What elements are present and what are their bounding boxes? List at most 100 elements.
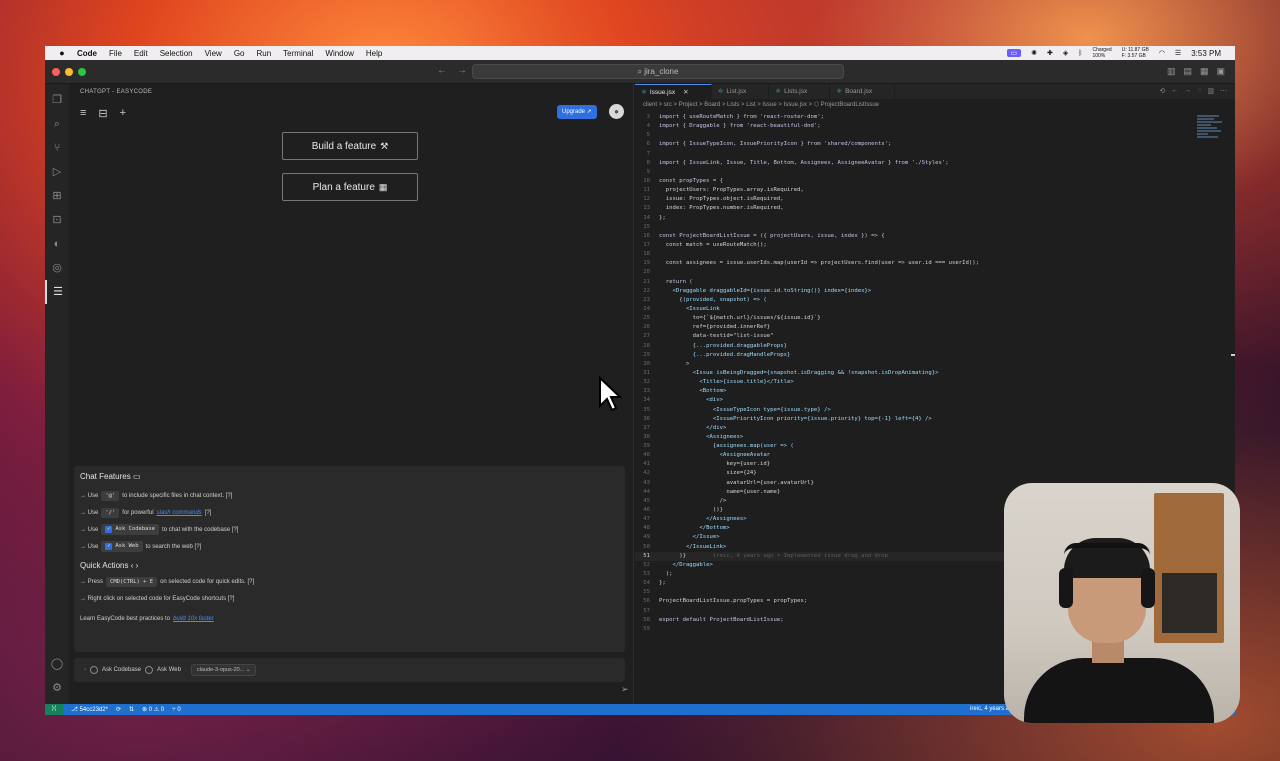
apple-icon[interactable]: ● <box>57 48 67 58</box>
ports-count[interactable]: ⑂ 0 <box>172 707 181 713</box>
new-chat-icon[interactable]: + <box>120 107 126 120</box>
code-line[interactable]: 39 {assignees.map(user => ( <box>635 442 1195 451</box>
menu-go[interactable]: Go <box>234 49 245 58</box>
code-line[interactable]: 30 > <box>635 360 1195 369</box>
split-editor-icon[interactable]: ▥ <box>1207 87 1214 95</box>
wifi-icon[interactable]: ◠ <box>1159 49 1165 57</box>
control-center-icon[interactable]: ☰ <box>1175 49 1181 57</box>
account-icon[interactable]: ◯ <box>45 652 69 676</box>
settings-gear-icon[interactable]: ⚙ <box>45 676 69 700</box>
more-actions-icon[interactable]: ⋯ <box>1220 87 1227 95</box>
problems-count[interactable]: ⊗ 0 ⚠ 0 <box>142 706 164 713</box>
open-changes-icon[interactable]: ◌ <box>1197 87 1201 95</box>
code-line[interactable]: 10 const propTypes = { <box>635 177 1195 186</box>
history-icon[interactable]: ⊟ <box>98 107 107 120</box>
code-line[interactable]: 3 import { useRouteMatch } from 'react-ro… <box>635 113 1195 122</box>
code-line[interactable]: 32 <Title>{issue.title}</Title> <box>635 378 1195 387</box>
remote-indicator-icon[interactable]: ⟩⟨ <box>45 704 63 715</box>
run-debug-icon[interactable]: ▷ <box>45 160 69 184</box>
code-line[interactable]: 35 <IssueTypeIcon type={issue.type} /> <box>635 406 1195 415</box>
git-branch[interactable]: ⎇ 54cc23d2* <box>71 706 108 713</box>
extensions-icon[interactable]: ⊞ <box>45 184 69 208</box>
code-line[interactable]: 21 return ( <box>635 278 1195 287</box>
code-line[interactable]: 33 <Bottom> <box>635 387 1195 396</box>
scrollbar[interactable] <box>1231 354 1235 356</box>
tab-issue-jsx[interactable]: ⚛ Issue.jsx ✕ <box>635 84 712 99</box>
code-line[interactable]: 24 <IssueLink <box>635 305 1195 314</box>
breadcrumb[interactable]: client > src > Project > Board > Lists >… <box>643 101 879 108</box>
code-line[interactable]: 34 <div> <box>635 396 1195 405</box>
code-line[interactable]: 14}; <box>635 214 1195 223</box>
code-line[interactable]: 9 <box>635 168 1195 177</box>
easycode-icon[interactable]: ☰ <box>45 280 69 304</box>
code-line[interactable]: 20 <box>635 268 1195 277</box>
testing-icon[interactable]: ◎ <box>45 256 69 280</box>
slash-commands-link[interactable]: slash commands <box>157 510 202 516</box>
menu-view[interactable]: View <box>205 49 222 58</box>
build-10x-link[interactable]: build 10x faster <box>173 616 214 622</box>
screen-record-icon[interactable]: ▭ <box>1006 49 1022 57</box>
code-line[interactable]: 6 import { IssueTypeIcon, IssuePriorityIc… <box>635 140 1195 149</box>
code-line[interactable]: 41 key={user.id} <box>635 460 1195 469</box>
code-line[interactable]: 31 <Issue isBeingDragged={snapshot.isDra… <box>635 369 1195 378</box>
menu-run[interactable]: Run <box>256 49 271 58</box>
code-line[interactable]: 13 index: PropTypes.number.isRequired, <box>635 204 1195 213</box>
menu-edit[interactable]: Edit <box>134 49 148 58</box>
gear-icon[interactable]: ✺ <box>1031 49 1037 57</box>
source-control-icon[interactable]: ⑂ <box>45 136 69 160</box>
toggle-secondary-sidebar-icon[interactable]: ▦ <box>1200 66 1209 77</box>
menu-selection[interactable]: Selection <box>160 49 193 58</box>
publish-icon[interactable]: ⇅ <box>129 706 134 713</box>
search-icon[interactable]: ⌕ <box>45 112 69 136</box>
code-line[interactable]: 29 {...provided.dragHandleProps} <box>635 351 1195 360</box>
menu-file[interactable]: File <box>109 49 122 58</box>
code-line[interactable]: 22 <Draggable draggableId={issue.id.toSt… <box>635 287 1195 296</box>
command-center-search[interactable]: ⌕ jira_clone <box>472 64 844 79</box>
toggle-panel-icon[interactable]: ▤ <box>1183 66 1192 77</box>
code-line[interactable]: 11 projectUsers: PropTypes.array.isRequi… <box>635 186 1195 195</box>
code-line[interactable]: 23 {(provided, snapshot) => ( <box>635 296 1195 305</box>
code-line[interactable]: 4 import { Draggable } from 'react-beauti… <box>635 122 1195 131</box>
code-line[interactable]: 38 <Assignees> <box>635 433 1195 442</box>
tab-lists-jsx[interactable]: ⚛ Lists.jsx <box>769 84 831 99</box>
plus-icon[interactable]: ✚ <box>1047 49 1053 57</box>
code-line[interactable]: 5 <box>635 131 1195 140</box>
code-line[interactable]: 12 issue: PropTypes.object.isRequired, <box>635 195 1195 204</box>
ask-codebase-radio[interactable] <box>90 666 98 674</box>
compare-icon[interactable]: ⟲ <box>1159 87 1165 95</box>
toggle-sidebar-icon[interactable]: ▥ <box>1167 66 1176 77</box>
back-arrow-icon[interactable]: ← <box>437 65 447 76</box>
back-icon[interactable]: ← <box>1171 87 1178 95</box>
git-graph-icon[interactable]: ◐ <box>45 232 69 256</box>
forward-icon[interactable]: → <box>1184 87 1191 95</box>
code-line[interactable]: 15 <box>635 223 1195 232</box>
send-icon[interactable]: ➢ <box>621 684 629 695</box>
menu-window[interactable]: Window <box>325 49 353 58</box>
explorer-icon[interactable]: ❐ <box>45 88 69 112</box>
menu-help[interactable]: Help <box>366 49 382 58</box>
sync-icon[interactable]: ⟳ <box>116 706 121 713</box>
code-line[interactable]: 27 data-testid="list-issue" <box>635 332 1195 341</box>
code-line[interactable]: 37 </div> <box>635 424 1195 433</box>
menubar-clock[interactable]: 3:53 PM <box>1191 49 1221 58</box>
menu-terminal[interactable]: Terminal <box>283 49 313 58</box>
plan-feature-button[interactable]: Plan a feature ▦ <box>282 173 418 201</box>
expand-chevron-icon[interactable]: › <box>84 667 86 673</box>
build-feature-button[interactable]: Build a feature ⚒ <box>282 132 418 160</box>
code-line[interactable]: 25 to={`${match.url}/issues/${issue.id}`… <box>635 314 1195 323</box>
tab-list-jsx[interactable]: ⚛ List.jsx <box>712 84 770 99</box>
tag-icon[interactable]: ◈ <box>1063 49 1068 57</box>
memory-status[interactable]: U: 11.87 GB F: 3.57 GB <box>1122 47 1149 59</box>
code-line[interactable]: 19 const assignees = issue.userIds.map(u… <box>635 259 1195 268</box>
forward-arrow-icon[interactable]: → <box>457 65 467 76</box>
code-line[interactable]: 42 size={24} <box>635 469 1195 478</box>
tab-board-jsx[interactable]: ⚛ Board.jsx <box>830 84 896 99</box>
avatar[interactable]: ● <box>609 104 624 119</box>
zoom-window-button[interactable] <box>78 68 86 76</box>
upgrade-button[interactable]: Upgrade ➚ <box>557 105 597 119</box>
code-line[interactable]: 8 import { IssueLink, Issue, Title, Botto… <box>635 159 1195 168</box>
code-line[interactable]: 40 <AssigneeAvatar <box>635 451 1195 460</box>
menu-icon[interactable]: ≡ <box>80 107 86 120</box>
ask-web-radio[interactable] <box>145 666 154 674</box>
battery-status[interactable]: Charged 100% <box>1092 47 1111 59</box>
